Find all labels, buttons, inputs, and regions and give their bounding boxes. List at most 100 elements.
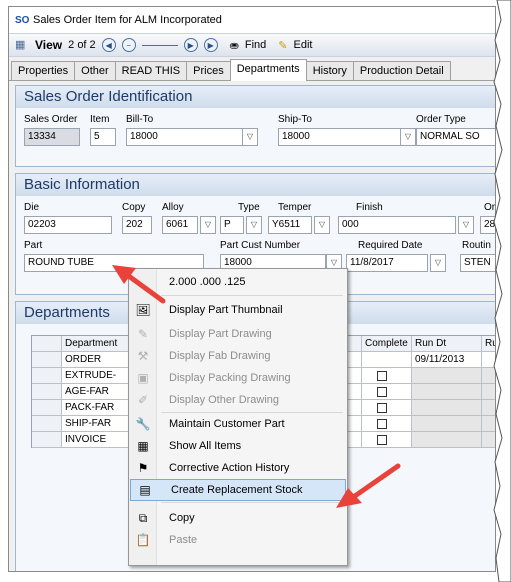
previous-record-icon[interactable]: − [121,38,136,52]
menu-item-display-part-drawing[interactable]: ✎ Display Part Drawing [129,323,347,345]
part-context-menu: 2.000 .000 .125 🖼 Display Part Thumbnail ✎… [128,268,348,566]
alloy-dropdown-icon[interactable]: ▽ [200,216,216,234]
edit-pencil-icon[interactable]: ✎ [278,39,287,52]
alloy-field[interactable]: 6061 [162,216,198,234]
sales-order-field[interactable]: 13334 [24,128,80,146]
tab-prices[interactable]: Prices [186,61,231,80]
menu-item-label: Show All Items [169,440,242,452]
image-icon: 🖼 [135,303,151,317]
required-date-dropdown-icon[interactable]: ▽ [430,254,446,272]
run-dt-cell[interactable] [412,384,482,400]
bill-to-dropdown-icon[interactable]: ▽ [242,128,258,146]
finish-dropdown-icon[interactable]: ▽ [458,216,474,234]
department-cell[interactable]: INVOICE [62,432,132,448]
routing-label: Routin [462,240,491,251]
tab-history[interactable]: History [305,61,354,80]
department-column-header[interactable]: Department [62,336,132,352]
department-cell[interactable]: ORDER [62,352,132,368]
run-dt-cell[interactable] [412,432,482,448]
complete-checkbox[interactable] [377,371,387,382]
item-field[interactable]: 5 [90,128,116,146]
run-dt-cell[interactable] [412,400,482,416]
die-label: Die [24,202,40,213]
tab-properties[interactable]: Properties [11,61,76,80]
department-cell[interactable]: EXTRUDE- [62,368,132,384]
run-dt-cell[interactable] [412,416,482,432]
temper-dropdown-icon[interactable]: ▽ [314,216,330,234]
type-dropdown-icon[interactable]: ▽ [246,216,262,234]
ship-to-field[interactable]: 18000 [278,128,402,146]
menu-item-display-packing-drawing[interactable]: ▣ Display Packing Drawing [129,367,347,389]
title-bar: SO Sales Order Item for ALM Incorporated [9,7,495,33]
run-dt-cell[interactable]: 09/11/2013 [412,352,482,368]
menu-item-display-part-thumbnail[interactable]: 🖼 Display Part Thumbnail [129,299,347,321]
next-record-icon[interactable]: ▶ [183,38,198,52]
part-label: Part [24,240,43,251]
complete-cell[interactable] [362,368,412,384]
row-selector[interactable] [32,384,62,400]
menu-item-maintain-customer-part[interactable]: 🔧 Maintain Customer Part [129,413,347,435]
tool-icon: ⚒ [137,349,149,363]
type-field[interactable]: P [220,216,244,234]
row-selector[interactable] [32,416,62,432]
row-selector[interactable] [32,352,62,368]
binoculars-icon[interactable]: ⛂ [230,39,239,52]
find-button[interactable]: Find [245,39,266,51]
menu-item-label: Create Replacement Stock [171,484,303,496]
complete-cell[interactable] [362,432,412,448]
section-header: Basic Information [16,174,495,196]
row-selector[interactable] [32,368,62,384]
menu-item-corrective-action-history[interactable]: ⚑ Corrective Action History [129,457,347,479]
view-button[interactable]: View [35,38,62,52]
copy-icon: ⧉ [138,510,148,525]
bill-to-field[interactable]: 18000 [126,128,244,146]
temper-label: Temper [278,202,312,213]
finish-label: Finish [356,202,383,213]
die-field[interactable]: 02203 [24,216,112,234]
menu-title: 2.000 .000 .125 [129,271,347,293]
menu-item-show-all-items[interactable]: ▦ Show All Items [129,435,347,457]
copy-field[interactable]: 202 [122,216,152,234]
tab-production-detail[interactable]: Production Detail [352,61,451,80]
menu-item-create-replacement-stock[interactable]: ▤ Create Replacement Stock [130,479,346,501]
menu-item-display-fab-drawing[interactable]: ⚒ Display Fab Drawing [129,345,347,367]
finish-field[interactable]: 000 [338,216,456,234]
complete-column-header[interactable]: Complete [362,336,412,352]
complete-checkbox[interactable] [377,387,387,398]
menu-item-display-other-drawing[interactable]: ✐ Display Other Drawing [129,389,347,411]
run-dt-cell[interactable] [412,368,482,384]
tab-departments[interactable]: Departments [229,59,307,81]
item-label: Item [90,114,110,125]
menu-separator [161,502,343,503]
tab-other[interactable]: Other [74,61,116,80]
first-record-icon[interactable]: ◀ [101,38,116,52]
department-cell[interactable]: AGE-FAR [62,384,132,400]
record-slider-track[interactable] [141,44,178,46]
ship-to-label: Ship-To [278,114,312,125]
ship-to-dropdown-icon[interactable]: ▽ [400,128,416,146]
complete-cell[interactable] [362,400,412,416]
edit-button[interactable]: Edit [294,39,313,51]
complete-checkbox[interactable] [377,435,387,446]
part-cust-number-label: Part Cust Number [220,240,301,251]
complete-cell[interactable] [362,352,412,368]
tab-read-this[interactable]: READ THIS [114,61,188,80]
order-type-field[interactable]: NORMAL SO [416,128,495,146]
complete-cell[interactable] [362,416,412,432]
menu-item-copy[interactable]: ⧉ Copy [129,507,347,529]
row-selector[interactable] [32,432,62,448]
department-cell[interactable]: PACK-FAR [62,400,132,416]
type-label: Type [238,202,260,213]
grid-view-icon[interactable]: ▦ [15,39,29,51]
row-selector[interactable] [32,400,62,416]
complete-cell[interactable] [362,384,412,400]
department-cell[interactable]: SHIP-FAR [62,416,132,432]
paste-icon: 📋 [135,533,151,547]
required-date-field[interactable]: 11/8/2017 [346,254,428,272]
complete-checkbox[interactable] [377,403,387,414]
complete-checkbox[interactable] [377,419,387,430]
temper-field[interactable]: Y6511 [268,216,312,234]
run-dt-column-header[interactable]: Run Dt [412,336,482,352]
last-record-icon[interactable]: ▶ [203,38,218,52]
menu-item-paste[interactable]: 📋 Paste [129,529,347,551]
